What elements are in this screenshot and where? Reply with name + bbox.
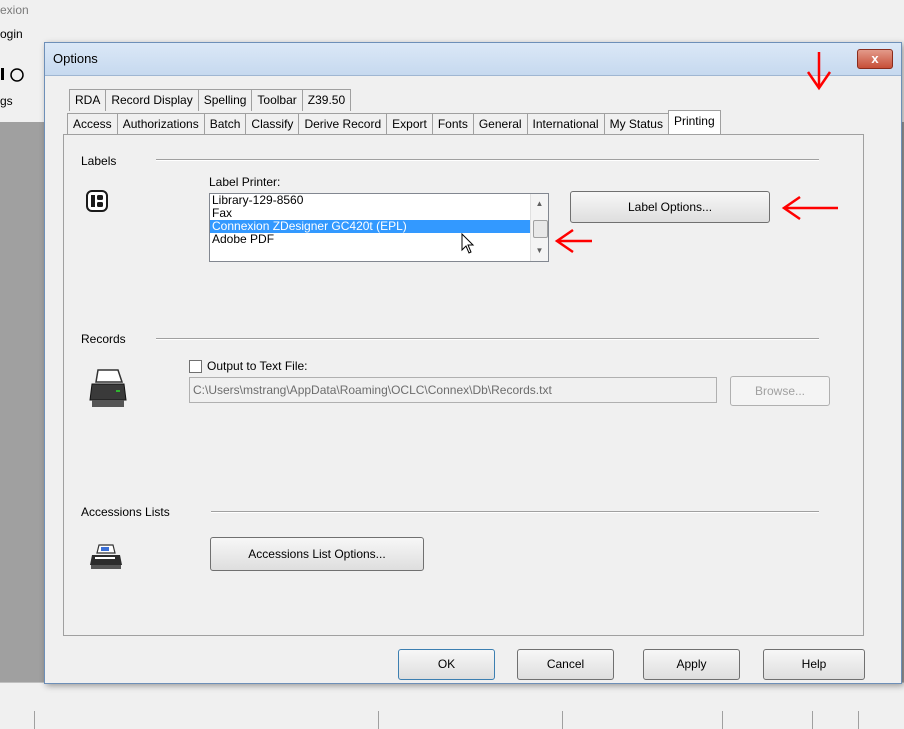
annotation-overlay (554, 52, 838, 254)
annotation-arrow-icon (806, 52, 832, 91)
annotation-arrow-icon (554, 228, 592, 254)
annotation-arrow-icon (781, 195, 838, 221)
